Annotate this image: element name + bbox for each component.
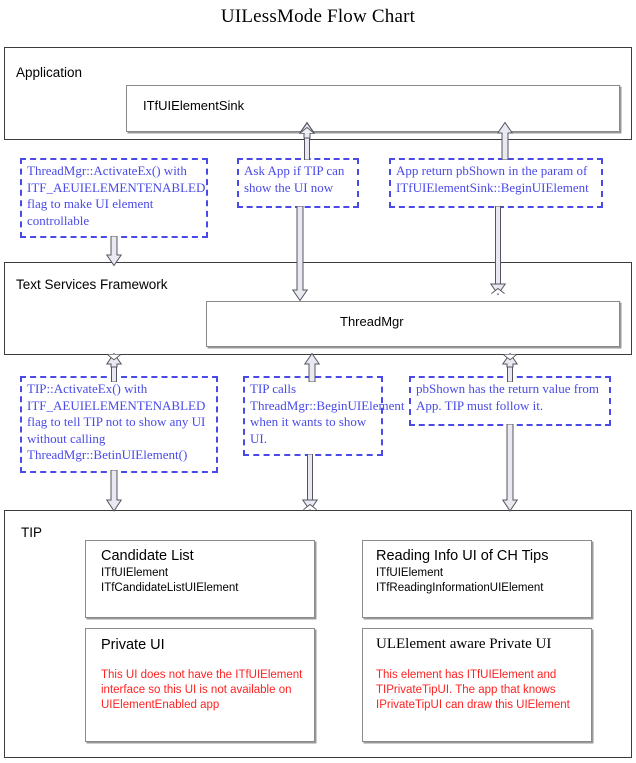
component-threadmgr[interactable] — [206, 301, 620, 347]
component-private-ui-title: Private UI — [101, 637, 165, 653]
component-candidate-list-interface-2: ITfCandidateListUIElement — [101, 582, 239, 594]
component-candidate-list-title: Candidate List — [101, 548, 194, 564]
layer-tsf-label: Text Services Framework — [16, 277, 168, 292]
arrow-tip-top-down-solid-left — [102, 470, 126, 514]
component-reading-info-ui-title: Reading Info UI of CH Tips — [376, 548, 549, 564]
arrow-app-sink-up-solid — [493, 120, 517, 160]
page-title: UILessMode Flow Chart — [220, 6, 416, 27]
note-pbshown-return: pbShown has the return value from App. T… — [409, 376, 611, 426]
component-itfuielementsink-label: ITfUIElementSink — [143, 98, 245, 113]
arrow-tsf-bottom-up-notched-right — [498, 352, 522, 382]
arrow-threadmgr-down-notched — [486, 206, 510, 302]
note-activateex-tip: TIP::ActivateEx() with ITF_AEUIELEMENTEN… — [20, 376, 218, 473]
arrow-threadmgr-down-solid — [288, 206, 312, 302]
component-reading-info-ui-interface-2: ITfReadingInformationUIElement — [376, 582, 544, 594]
flow-chart-canvas: UILessMode Flow Chart Application ITfUIE… — [0, 0, 636, 763]
component-ulelement-private-ui-title: ULElement aware Private UI — [376, 636, 552, 652]
component-private-ui-note: This UI does not have the ITfUIElement i… — [101, 669, 303, 711]
component-candidate-list-interface-1: ITfUIElement — [101, 567, 169, 579]
arrow-tsf-bottom-up-notched-left — [102, 352, 126, 382]
note-app-return-pbshown: App return pbShown in the param of ITfUI… — [389, 158, 603, 208]
arrow-tip-top-down-solid-right — [498, 424, 522, 514]
arrow-tsf-bottom-up-solid-mid — [300, 352, 324, 382]
layer-tip-label: TIP — [21, 525, 43, 540]
layer-application-label: Application — [16, 65, 83, 80]
component-threadmgr-label: ThreadMgr — [340, 314, 404, 329]
note-activateex-threadmgr: ThreadMgr::ActivateEx() with ITF_AEUIELE… — [20, 158, 208, 238]
note-tip-calls-beginuielement: TIP calls ThreadMgr::BeginUIElement when… — [243, 376, 405, 456]
arrow-tip-top-up-notched-mid — [298, 454, 322, 514]
note-ask-app: Ask App if TIP can show the UI now — [237, 158, 359, 208]
arrow-tsf-top-down-solid — [102, 236, 126, 268]
component-ulelement-private-ui-note: This element has ITfUIElement and TIPriv… — [376, 669, 570, 711]
component-reading-info-ui-interface-1: ITfUIElement — [376, 567, 444, 579]
arrow-app-sink-up-notched — [295, 120, 319, 160]
